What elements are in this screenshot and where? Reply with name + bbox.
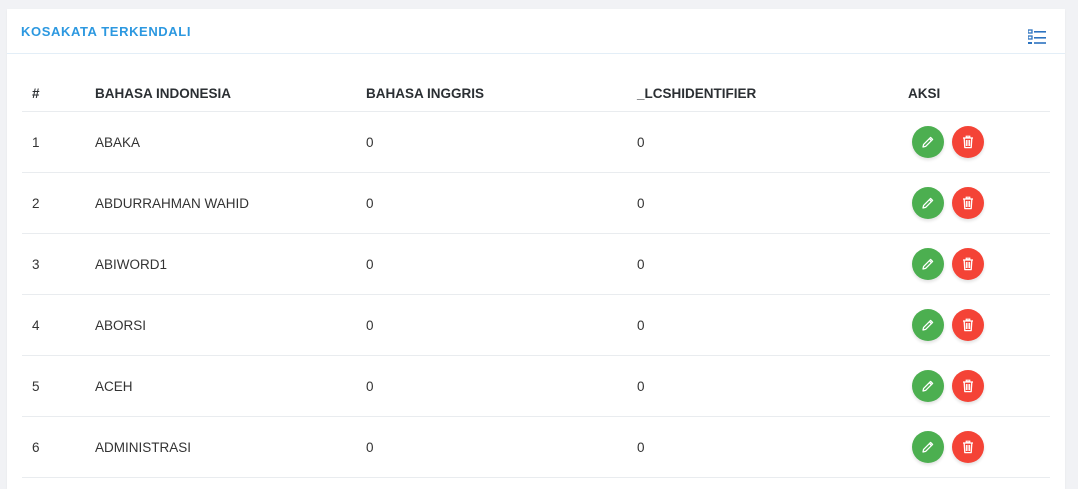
delete-button[interactable] bbox=[952, 370, 984, 402]
lcsidentifier-value: 0 bbox=[637, 172, 908, 234]
delete-button[interactable] bbox=[952, 126, 984, 158]
row-number: 1 bbox=[22, 111, 95, 173]
table-row: 5 ACEH 0 0 bbox=[22, 355, 1050, 417]
lcsidentifier-value: 0 bbox=[637, 111, 908, 173]
table-header-row: # BAHASA INDONESIA BAHASA INGGRIS _LCSHI… bbox=[22, 75, 1050, 112]
column-header-actions: AKSI bbox=[908, 75, 1050, 112]
row-actions bbox=[908, 416, 1050, 478]
english-term: 0 bbox=[366, 172, 637, 234]
indonesian-term: ABDURRAHMAN WAHID bbox=[95, 172, 366, 234]
pencil-icon bbox=[922, 258, 934, 270]
row-number: 3 bbox=[22, 233, 95, 295]
table-body: 1 ABAKA 0 0 2 ABDURRAHMAN WAHID 0 0 3 AB… bbox=[22, 111, 1050, 478]
delete-button[interactable] bbox=[952, 309, 984, 341]
column-header-number: # bbox=[22, 75, 95, 112]
pencil-icon bbox=[922, 197, 934, 209]
english-term: 0 bbox=[366, 355, 637, 417]
pencil-icon bbox=[922, 319, 934, 331]
trash-icon bbox=[963, 135, 973, 149]
indonesian-term: ADMINISTRASI bbox=[95, 416, 366, 478]
table-row: 4 ABORSI 0 0 bbox=[22, 294, 1050, 356]
english-term: 0 bbox=[366, 416, 637, 478]
row-number: 5 bbox=[22, 355, 95, 417]
lcsidentifier-value: 0 bbox=[637, 416, 908, 478]
row-number: 6 bbox=[22, 416, 95, 478]
english-term: 0 bbox=[366, 233, 637, 295]
trash-icon bbox=[963, 257, 973, 271]
indonesian-term: ABORSI bbox=[95, 294, 366, 356]
lcsidentifier-value: 0 bbox=[637, 294, 908, 356]
lcsidentifier-value: 0 bbox=[637, 233, 908, 295]
row-number: 2 bbox=[22, 172, 95, 234]
column-header-english: BAHASA INGGRIS bbox=[366, 75, 637, 112]
edit-button[interactable] bbox=[912, 248, 944, 280]
edit-button[interactable] bbox=[912, 309, 944, 341]
delete-button[interactable] bbox=[952, 187, 984, 219]
pencil-icon bbox=[922, 441, 934, 453]
card-header: KOSAKATA TERKENDALI bbox=[7, 9, 1065, 54]
column-header-indonesian: BAHASA INDONESIA bbox=[95, 75, 366, 112]
table-row: 6 ADMINISTRASI 0 0 bbox=[22, 416, 1050, 478]
trash-icon bbox=[963, 196, 973, 210]
pencil-icon bbox=[922, 136, 934, 148]
row-actions bbox=[908, 172, 1050, 234]
edit-button[interactable] bbox=[912, 126, 944, 158]
trash-icon bbox=[963, 379, 973, 393]
indonesian-term: ABIWORD1 bbox=[95, 233, 366, 295]
table-row: 1 ABAKA 0 0 bbox=[22, 111, 1050, 173]
row-number: 4 bbox=[22, 294, 95, 356]
table-row: 3 ABIWORD1 0 0 bbox=[22, 233, 1050, 295]
delete-button[interactable] bbox=[952, 248, 984, 280]
pencil-icon bbox=[922, 380, 934, 392]
trash-icon bbox=[963, 318, 973, 332]
indonesian-term: ACEH bbox=[95, 355, 366, 417]
row-actions bbox=[908, 355, 1050, 417]
row-actions bbox=[908, 111, 1050, 173]
english-term: 0 bbox=[366, 111, 637, 173]
vocabulary-card: KOSAKATA TERKENDALI # BAHASA INDONESIA B… bbox=[7, 9, 1065, 489]
indonesian-term: ABAKA bbox=[95, 111, 366, 173]
delete-button[interactable] bbox=[952, 431, 984, 463]
vocabulary-table: # BAHASA INDONESIA BAHASA INGGRIS _LCSHI… bbox=[22, 75, 1050, 478]
edit-button[interactable] bbox=[912, 370, 944, 402]
column-header-lcsidentifier: _LCSHIDENTIFIER bbox=[637, 75, 908, 112]
list-icon[interactable] bbox=[1028, 29, 1046, 45]
edit-button[interactable] bbox=[912, 187, 944, 219]
row-actions bbox=[908, 233, 1050, 295]
card-title: KOSAKATA TERKENDALI bbox=[21, 24, 192, 39]
row-actions bbox=[908, 294, 1050, 356]
lcsidentifier-value: 0 bbox=[637, 355, 908, 417]
table-row: 2 ABDURRAHMAN WAHID 0 0 bbox=[22, 172, 1050, 234]
trash-icon bbox=[963, 440, 973, 454]
english-term: 0 bbox=[366, 294, 637, 356]
edit-button[interactable] bbox=[912, 431, 944, 463]
